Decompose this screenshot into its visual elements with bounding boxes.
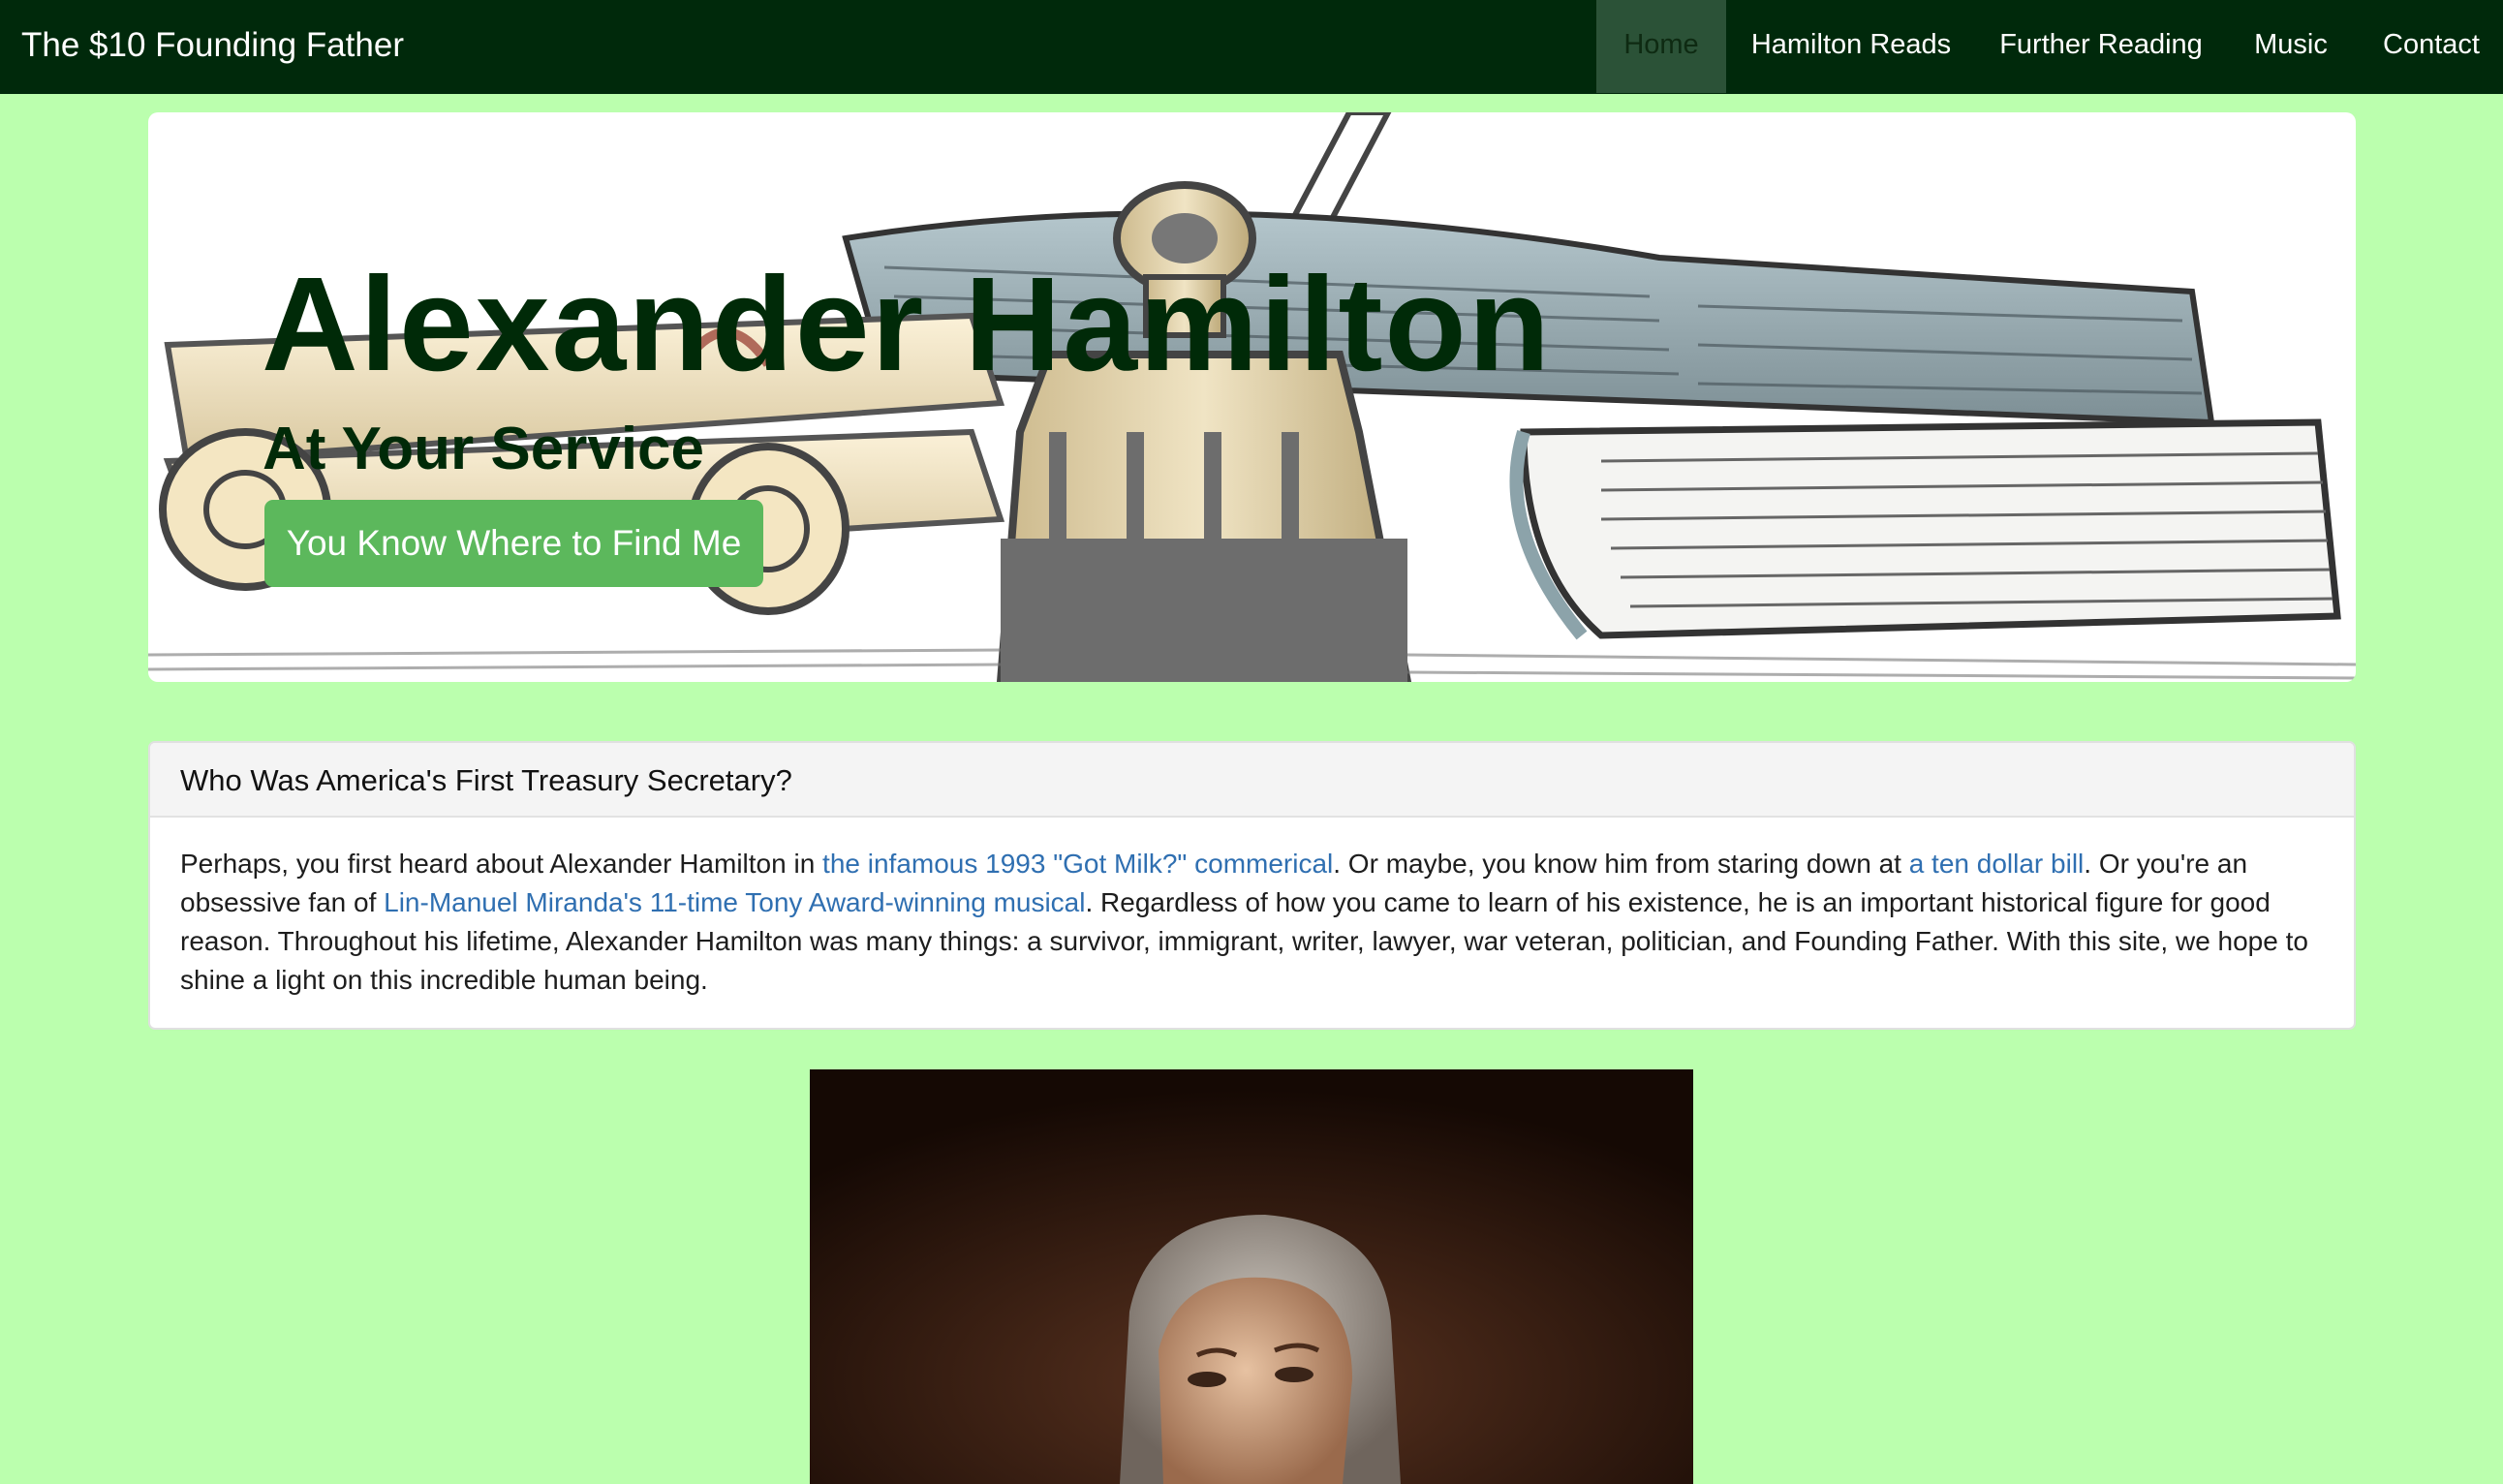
hero-subtitle: At Your Service [263, 416, 705, 482]
panel-body: Perhaps, you first heard about Alexander… [150, 818, 2354, 1000]
hamilton-portrait-image [810, 1069, 1693, 1484]
portrait-painting [810, 1069, 1693, 1484]
nav-item-home[interactable]: Home [1596, 0, 1726, 93]
nav-item-music[interactable]: Music [2232, 0, 2350, 93]
intro-panel: Who Was America's First Treasury Secreta… [148, 741, 2356, 1030]
nav-item-hamilton-reads[interactable]: Hamilton Reads [1732, 0, 1970, 93]
ten-dollar-bill-link[interactable]: a ten dollar bill [1909, 849, 2085, 879]
find-me-button[interactable]: You Know Where to Find Me [264, 500, 763, 587]
panel-heading: Who Was America's First Treasury Secreta… [150, 743, 2354, 818]
hamilton-musical-link[interactable]: Lin-Manuel Miranda's 11-time Tony Award-… [384, 887, 1085, 917]
top-navbar: The $10 Founding Father Home Hamilton Re… [0, 0, 2503, 94]
hero-title: Alexander Hamilton [262, 250, 1552, 399]
site-brand-link[interactable]: The $10 Founding Father [21, 0, 404, 94]
body-text-2: . Or maybe, you know him from staring do… [1333, 849, 1909, 879]
got-milk-link[interactable]: the infamous 1993 "Got Milk?" commerical [822, 849, 1333, 879]
hero-jumbotron: Alexander Hamilton At Your Service You K… [148, 112, 2356, 682]
nav-item-contact[interactable]: Contact [2360, 0, 2503, 93]
body-text-1: Perhaps, you first heard about Alexander… [180, 849, 823, 879]
nav-item-further-reading[interactable]: Further Reading [1980, 0, 2222, 93]
